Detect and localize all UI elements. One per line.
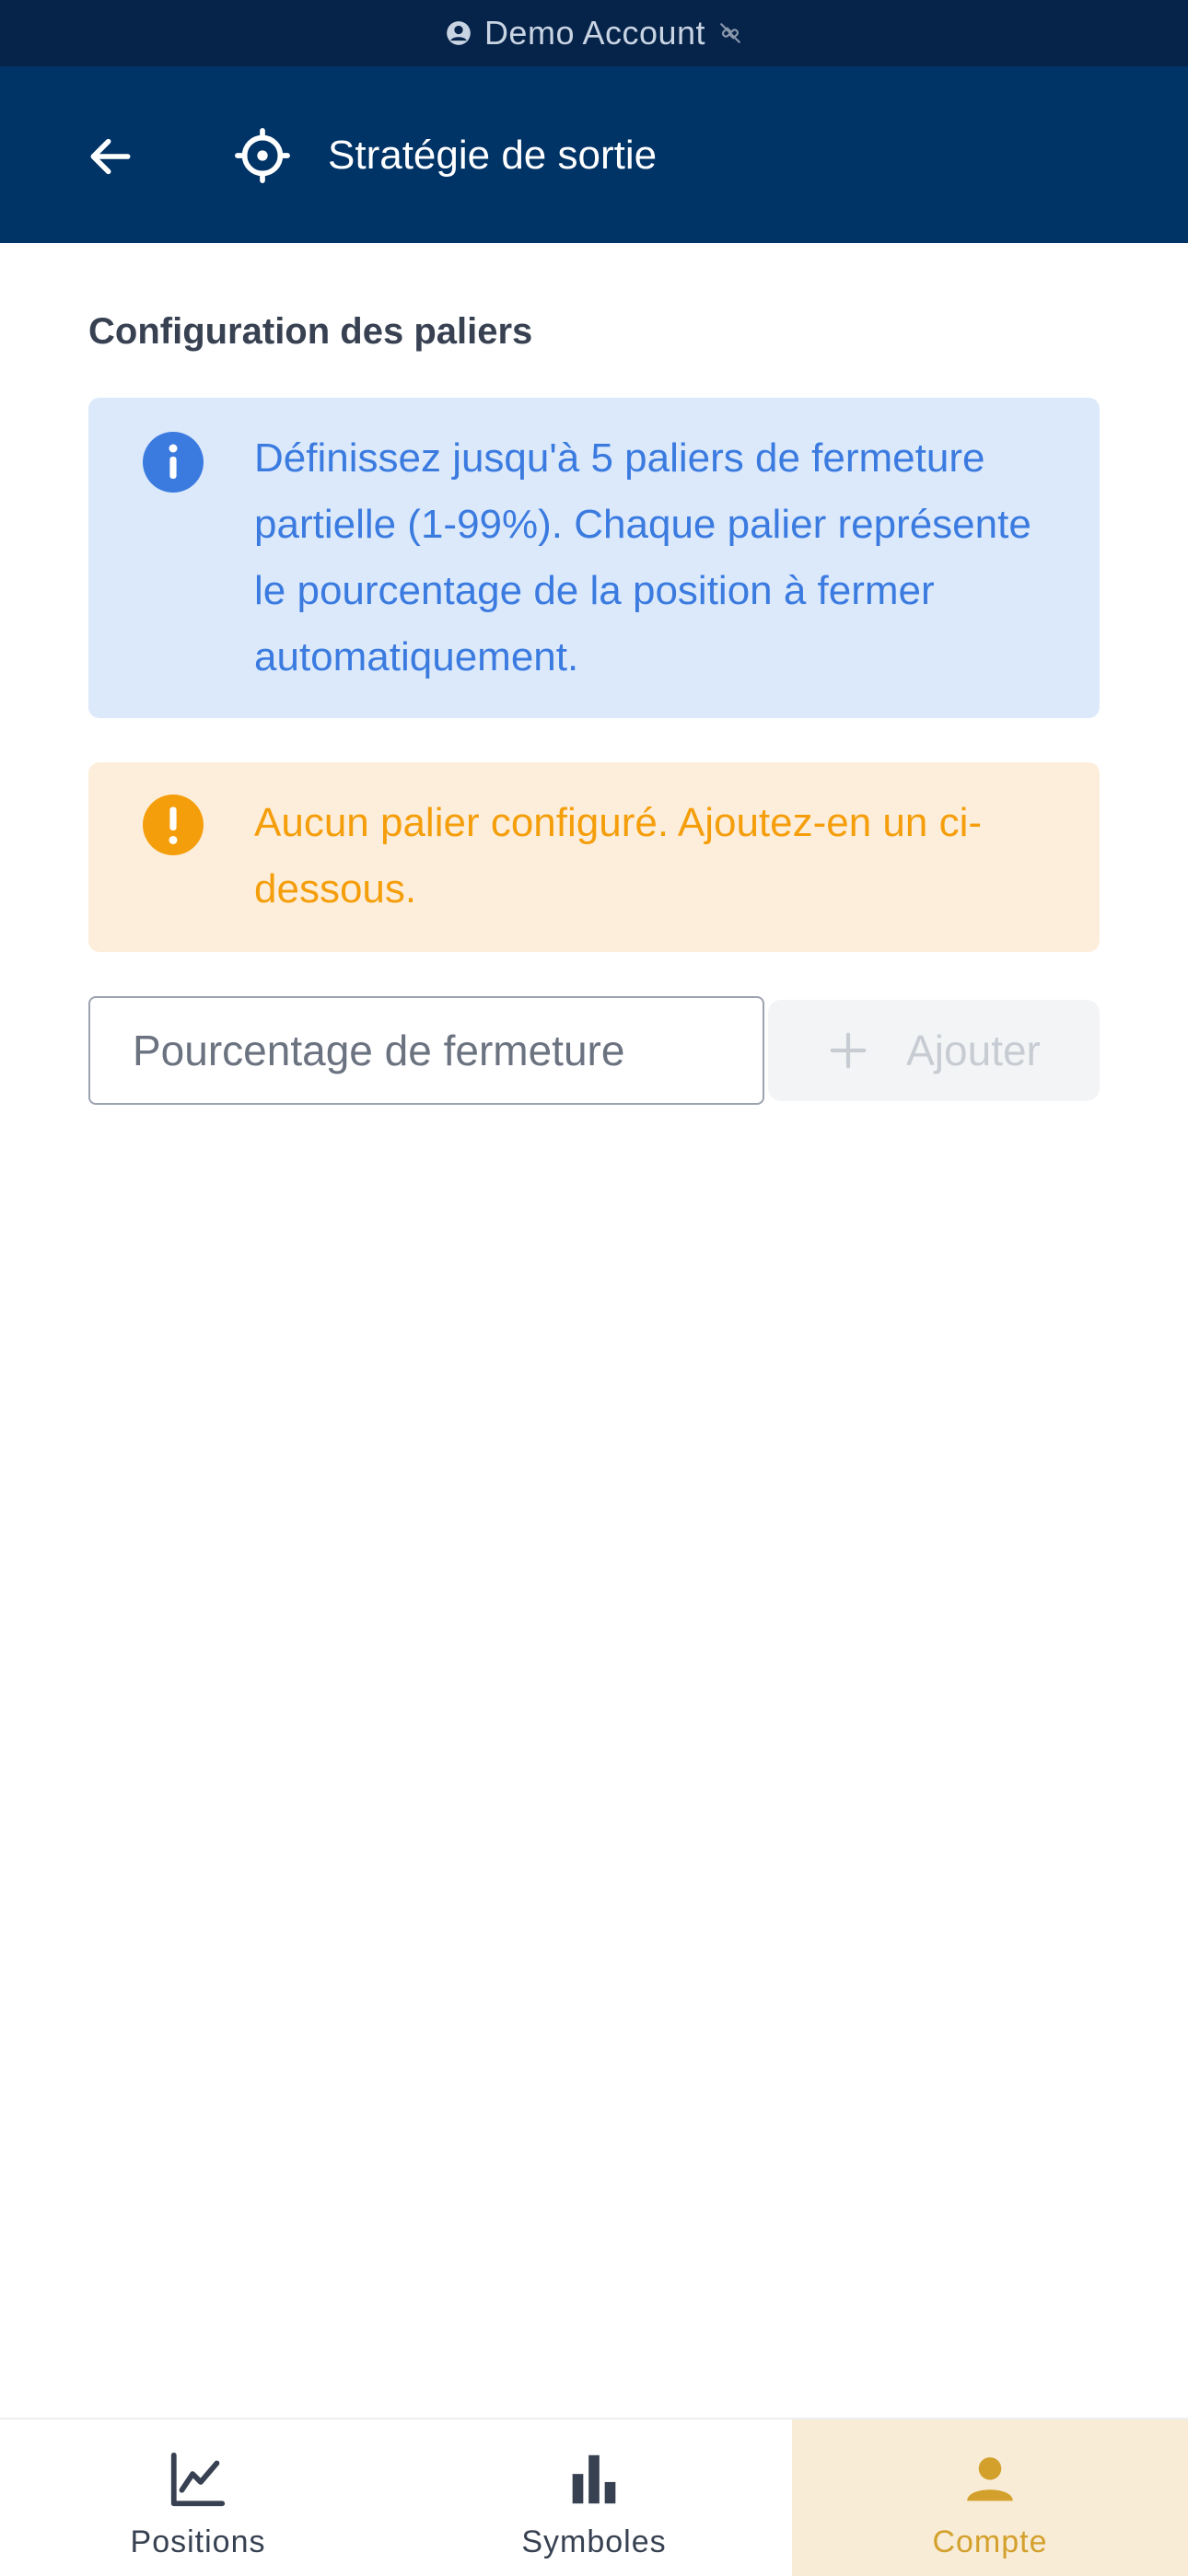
nav-item-symboles[interactable]: Symboles xyxy=(396,2419,792,2576)
account-label: Demo Account xyxy=(483,14,706,52)
page-title: Stratégie de sortie xyxy=(328,133,658,178)
back-arrow-icon xyxy=(90,138,131,175)
warning-message: Aucun palier configuré. Ajoutez-en un ci… xyxy=(254,800,983,911)
info-icon xyxy=(143,432,204,493)
app-bar: Stratégie de sortie xyxy=(0,66,1188,243)
link-off-icon xyxy=(720,23,740,43)
account-circle-icon xyxy=(447,21,471,45)
plus-icon xyxy=(830,1032,867,1069)
warning-icon xyxy=(143,795,204,855)
percentage-input[interactable] xyxy=(88,996,764,1105)
bottom-nav: Positions Symboles Compte xyxy=(0,2418,1188,2576)
nav-item-positions[interactable]: Positions xyxy=(0,2419,396,2576)
add-button-label: Ajouter xyxy=(906,1027,1041,1074)
bar-chart-icon xyxy=(572,2454,616,2504)
person-icon xyxy=(967,2457,1013,2501)
nav-label-compte: Compte xyxy=(932,2524,1048,2559)
nav-label-symboles: Symboles xyxy=(521,2524,667,2559)
crosshair-target-icon xyxy=(235,128,290,183)
back-button[interactable] xyxy=(74,120,147,193)
nav-label-positions: Positions xyxy=(130,2524,266,2559)
status-bar: Demo Account xyxy=(0,0,1188,66)
info-message: Définissez jusqu'à 5 paliers de fermetur… xyxy=(254,435,1031,679)
warning-banner: Aucun palier configuré. Ajoutez-en un ci… xyxy=(88,762,1100,952)
info-banner: Définissez jusqu'à 5 paliers de fermetur… xyxy=(88,398,1100,718)
nav-item-compte[interactable]: Compte xyxy=(792,2419,1188,2576)
section-title: Configuration des paliers xyxy=(88,311,533,352)
line-chart-icon xyxy=(170,2452,226,2507)
add-button[interactable]: Ajouter xyxy=(768,1000,1100,1101)
